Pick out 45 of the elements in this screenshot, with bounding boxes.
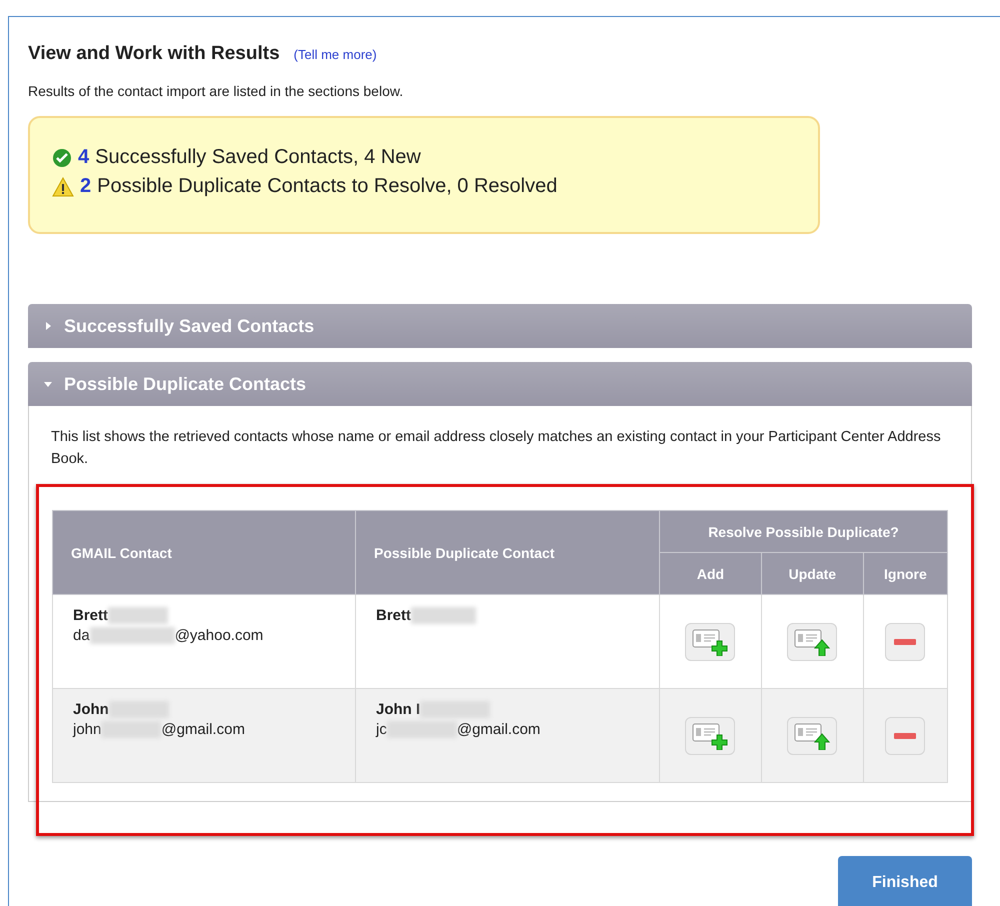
minus-icon	[894, 638, 916, 644]
card-plus-icon	[692, 628, 728, 656]
section-header[interactable]: Possible Duplicate Contacts	[28, 362, 972, 406]
add-contact-button[interactable]	[685, 716, 736, 754]
email-domain: @yahoo.com	[174, 626, 264, 644]
column-header: GMAIL Contact	[52, 510, 356, 594]
card-arrow-up-icon	[794, 628, 830, 656]
caret-right-icon	[44, 322, 52, 330]
section-header[interactable]: Successfully Saved Contacts	[28, 304, 972, 348]
email-start: john	[73, 720, 102, 738]
card-arrow-up-icon	[794, 722, 830, 750]
email-start: da	[73, 626, 90, 644]
minus-icon	[894, 732, 916, 738]
summary-text: Possible Duplicate Contacts to Resolve, 0 Resolved	[97, 175, 558, 198]
page-title: View and Work with Results	[28, 43, 280, 65]
column-header: Update	[761, 552, 864, 594]
contact-name: John	[73, 701, 109, 718]
finished-button[interactable]: Finished	[838, 856, 972, 906]
column-group-header: Resolve Possible Duplicate?	[660, 510, 948, 552]
column-header: Ignore	[863, 552, 948, 594]
caret-down-icon	[44, 380, 52, 388]
contact-name: Brett	[73, 607, 108, 624]
ignore-button[interactable]	[885, 622, 926, 660]
update-contact-button[interactable]	[787, 622, 838, 660]
summary-count: 4	[78, 146, 90, 169]
update-contact-button[interactable]	[787, 716, 838, 754]
ignore-button[interactable]	[885, 716, 926, 754]
column-header: Add	[660, 552, 762, 594]
blurred-text	[108, 607, 168, 624]
warning-icon	[52, 176, 74, 196]
card-plus-icon	[692, 722, 728, 750]
summary-count: 2	[80, 175, 92, 198]
contact-name: Brett	[376, 607, 412, 624]
section-description: This list shows the retrieved contacts whose name or email address closely matches an existing contact in your Participant Center Address Book.	[51, 428, 942, 469]
intro-text: Results of the contact import are listed in the sections below.	[28, 83, 404, 99]
help-link[interactable]: (Tell me more)	[294, 47, 377, 62]
email-domain: @gmail.com	[161, 720, 245, 738]
check-icon	[52, 148, 72, 168]
column-header: Possible Duplicate Contact	[356, 510, 660, 594]
summary-text: Successfully Saved Contacts, 4 New	[95, 146, 421, 169]
email-domain: @gmail.com	[456, 720, 540, 738]
contact-name: John I	[376, 701, 420, 718]
email-start: jc	[376, 720, 387, 738]
add-contact-button[interactable]	[685, 622, 736, 660]
blurred-text	[411, 607, 476, 624]
